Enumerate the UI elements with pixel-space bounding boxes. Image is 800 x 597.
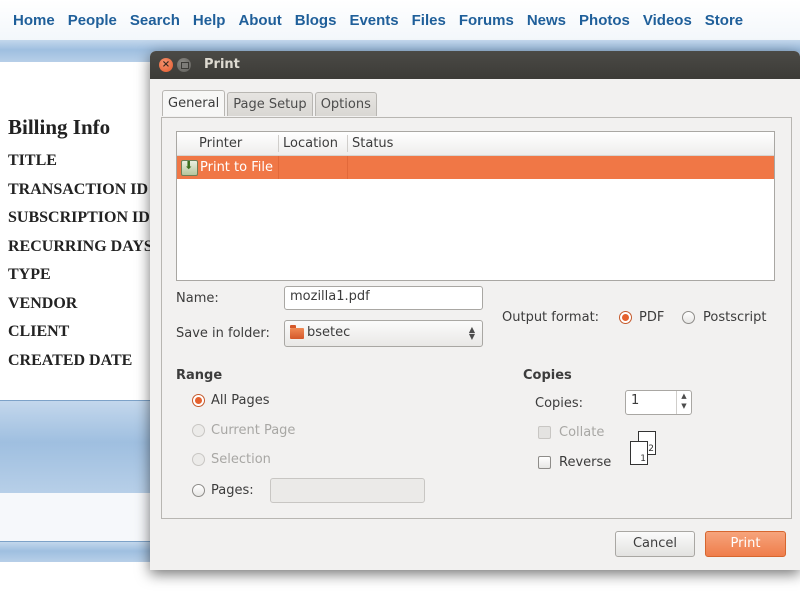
nav-store[interactable]: Store [705, 12, 743, 29]
copies-spinner[interactable]: 1 ▲ ▼ [625, 390, 692, 415]
row-separator [347, 156, 348, 179]
row-separator [278, 156, 279, 179]
print-to-file-icon [181, 159, 198, 176]
format-pdf-label[interactable]: PDF [639, 310, 664, 325]
folder-value: bsetec [307, 325, 351, 340]
range-pages-radio[interactable] [192, 484, 205, 497]
spin-arrows-icon[interactable]: ▲ ▼ [676, 391, 691, 414]
folder-icon [290, 325, 304, 339]
range-current-page-radio [192, 424, 205, 437]
reverse-checkbox[interactable] [538, 456, 551, 469]
file-name-input[interactable]: mozilla1.pdf [284, 286, 483, 310]
range-heading: Range [176, 368, 223, 383]
column-location[interactable]: Location [283, 132, 338, 155]
nav-forums[interactable]: Forums [459, 12, 514, 29]
pages-range-input [270, 478, 425, 503]
format-postscript-radio[interactable] [682, 311, 695, 324]
column-printer[interactable]: Printer [199, 132, 242, 155]
billing-label-transaction-id: TRANSACTION ID [8, 181, 149, 198]
billing-label-vendor: VENDOR [8, 295, 78, 312]
nav-events[interactable]: Events [349, 12, 398, 29]
cancel-button[interactable]: Cancel [615, 531, 695, 557]
tab-options[interactable]: Options [314, 92, 377, 116]
dialog-titlebar: × Print [150, 51, 800, 79]
billing-label-title: TITLE [8, 152, 57, 169]
save-in-folder-label: Save in folder: [176, 326, 270, 341]
printer-list-header: Printer Location Status [177, 132, 774, 156]
copies-value: 1 [631, 393, 640, 408]
copies-label: Copies: [535, 396, 584, 411]
minimize-icon[interactable] [177, 58, 191, 72]
tab-page-setup[interactable]: Page Setup [227, 92, 313, 116]
dialog-tabs: General Page Setup Options [162, 90, 379, 117]
range-pages-label[interactable]: Pages: [211, 483, 254, 498]
range-all-pages-radio[interactable] [192, 394, 205, 407]
print-dialog: × Print General Page Setup Options Print… [150, 51, 800, 570]
billing-label-type: TYPE [8, 266, 51, 283]
collate-page-number: 1 [640, 454, 646, 464]
range-all-pages-label[interactable]: All Pages [211, 393, 270, 408]
nav-home[interactable]: Home [13, 12, 55, 29]
printer-list[interactable]: Printer Location Status Print to File [176, 131, 775, 281]
collate-label: Collate [559, 425, 605, 440]
column-status[interactable]: Status [352, 132, 393, 155]
close-icon[interactable]: × [159, 58, 173, 72]
column-separator [278, 135, 279, 152]
range-selection-radio [192, 453, 205, 466]
nav-blogs[interactable]: Blogs [295, 12, 337, 29]
range-selection-label: Selection [211, 452, 271, 467]
format-pdf-radio[interactable] [619, 311, 632, 324]
nav-search[interactable]: Search [130, 12, 180, 29]
nav-news[interactable]: News [527, 12, 566, 29]
column-separator [347, 135, 348, 152]
billing-heading: Billing Info [8, 115, 111, 139]
nav-about[interactable]: About [238, 12, 281, 29]
nav-people[interactable]: People [68, 12, 117, 29]
spin-arrows-icon: ▲ ▼ [468, 325, 475, 341]
collate-preview-icon: 2 1 [628, 431, 668, 471]
reverse-label[interactable]: Reverse [559, 455, 611, 470]
nav-photos[interactable]: Photos [579, 12, 630, 29]
dialog-title: Print [204, 57, 240, 72]
nav-files[interactable]: Files [412, 12, 446, 29]
tab-general[interactable]: General [162, 90, 226, 116]
general-panel: Printer Location Status Print to File Na… [161, 117, 792, 519]
collate-checkbox [538, 426, 551, 439]
collate-page-number: 2 [648, 444, 654, 454]
output-format-label: Output format: [502, 310, 600, 325]
site-nav: Home People Search Help About Blogs Even… [0, 0, 800, 40]
copies-heading: Copies [523, 368, 572, 383]
nav-videos[interactable]: Videos [643, 12, 692, 29]
billing-label-subscription-id: SUBSCRIPTION ID [8, 209, 150, 226]
billing-label-recurring-days: RECURRING DAYS [8, 238, 150, 255]
name-label: Name: [176, 291, 219, 306]
collate-page-front: 1 [630, 441, 648, 465]
printer-name: Print to File [200, 160, 273, 175]
format-postscript-label[interactable]: Postscript [703, 310, 766, 325]
range-current-page-label: Current Page [211, 423, 296, 438]
nav-help[interactable]: Help [193, 12, 226, 29]
save-folder-select[interactable]: bsetec ▲ ▼ [284, 320, 483, 347]
print-button[interactable]: Print [705, 531, 786, 557]
billing-label-client: CLIENT [8, 323, 70, 340]
billing-label-created-date: CREATED DATE [8, 352, 133, 369]
printer-row-print-to-file[interactable]: Print to File [177, 156, 774, 179]
